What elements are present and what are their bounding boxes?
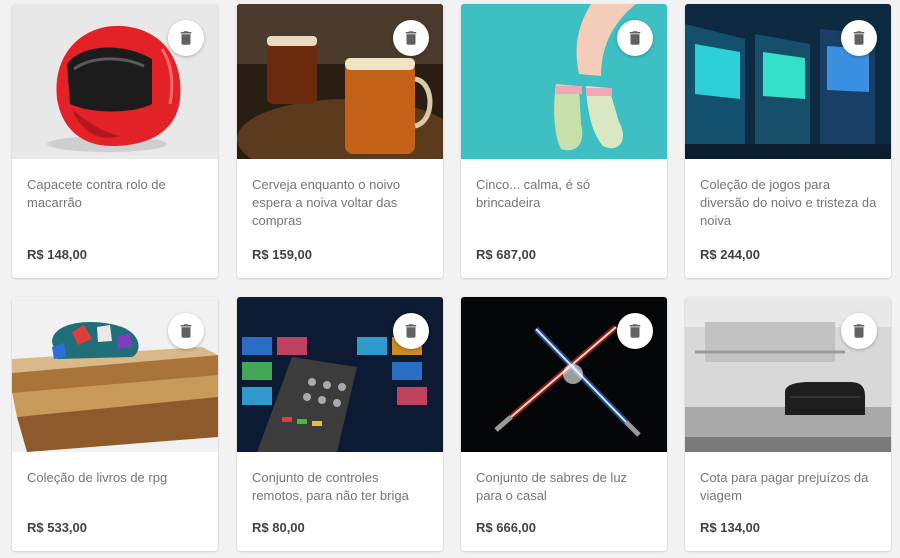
product-card[interactable]: Capacete contra rolo de macarrão R$ 148,…: [12, 4, 218, 278]
delete-button[interactable]: [393, 20, 429, 56]
trash-icon: [629, 324, 641, 338]
trash-icon: [853, 324, 865, 338]
product-title: Conjunto de sabres de luz para o casal: [476, 470, 628, 503]
product-image-remote: [237, 297, 443, 452]
gift-list-grid: Capacete contra rolo de macarrão R$ 148,…: [0, 0, 900, 558]
product-image-books: [12, 297, 218, 452]
product-card[interactable]: Conjunto de sabres de luz para o casal R…: [461, 297, 667, 551]
product-price: R$ 687,00: [476, 247, 536, 262]
product-price: R$ 148,00: [27, 247, 87, 262]
product-image-booties: [461, 4, 667, 159]
trash-icon: [180, 324, 192, 338]
product-card[interactable]: Cota para pagar prejuízos da viagem R$ 1…: [685, 297, 891, 551]
product-image-helmet: [12, 4, 218, 159]
product-title: Coleção de livros de rpg: [27, 470, 168, 485]
product-title: Coleção de jogos para diversão do noivo …: [700, 177, 877, 228]
product-card[interactable]: Coleção de livros de rpg R$ 533,00: [12, 297, 218, 551]
product-title: Cerveja enquanto o noivo espera a noiva …: [252, 177, 401, 228]
product-title: Capacete contra rolo de macarrão: [27, 177, 166, 210]
product-image-arcade: [685, 4, 891, 159]
trash-icon: [405, 324, 417, 338]
product-image-luggage: [685, 297, 891, 452]
trash-icon: [629, 31, 641, 45]
product-card[interactable]: Coleção de jogos para diversão do noivo …: [685, 4, 891, 278]
trash-icon: [405, 31, 417, 45]
product-card[interactable]: Cerveja enquanto o noivo espera a noiva …: [237, 4, 443, 278]
delete-button[interactable]: [393, 313, 429, 349]
product-price: R$ 80,00: [252, 520, 305, 535]
trash-icon: [180, 31, 192, 45]
delete-button[interactable]: [617, 20, 653, 56]
delete-button[interactable]: [617, 313, 653, 349]
delete-button[interactable]: [841, 20, 877, 56]
product-price: R$ 134,00: [700, 520, 760, 535]
product-price: R$ 533,00: [27, 520, 87, 535]
product-title: Cinco... calma, é só brincadeira: [476, 177, 591, 210]
delete-button[interactable]: [168, 20, 204, 56]
product-title: Cota para pagar prejuízos da viagem: [700, 470, 869, 503]
product-price: R$ 159,00: [252, 247, 312, 262]
product-image-lightsabers: [461, 297, 667, 452]
product-card[interactable]: Cinco... calma, é só brincadeira R$ 687,…: [461, 4, 667, 278]
trash-icon: [853, 31, 865, 45]
product-price: R$ 244,00: [700, 247, 760, 262]
product-title: Conjunto de controles remotos, para não …: [252, 470, 409, 503]
delete-button[interactable]: [841, 313, 877, 349]
product-price: R$ 666,00: [476, 520, 536, 535]
product-card[interactable]: Conjunto de controles remotos, para não …: [237, 297, 443, 551]
delete-button[interactable]: [168, 313, 204, 349]
product-image-beer: [237, 4, 443, 159]
